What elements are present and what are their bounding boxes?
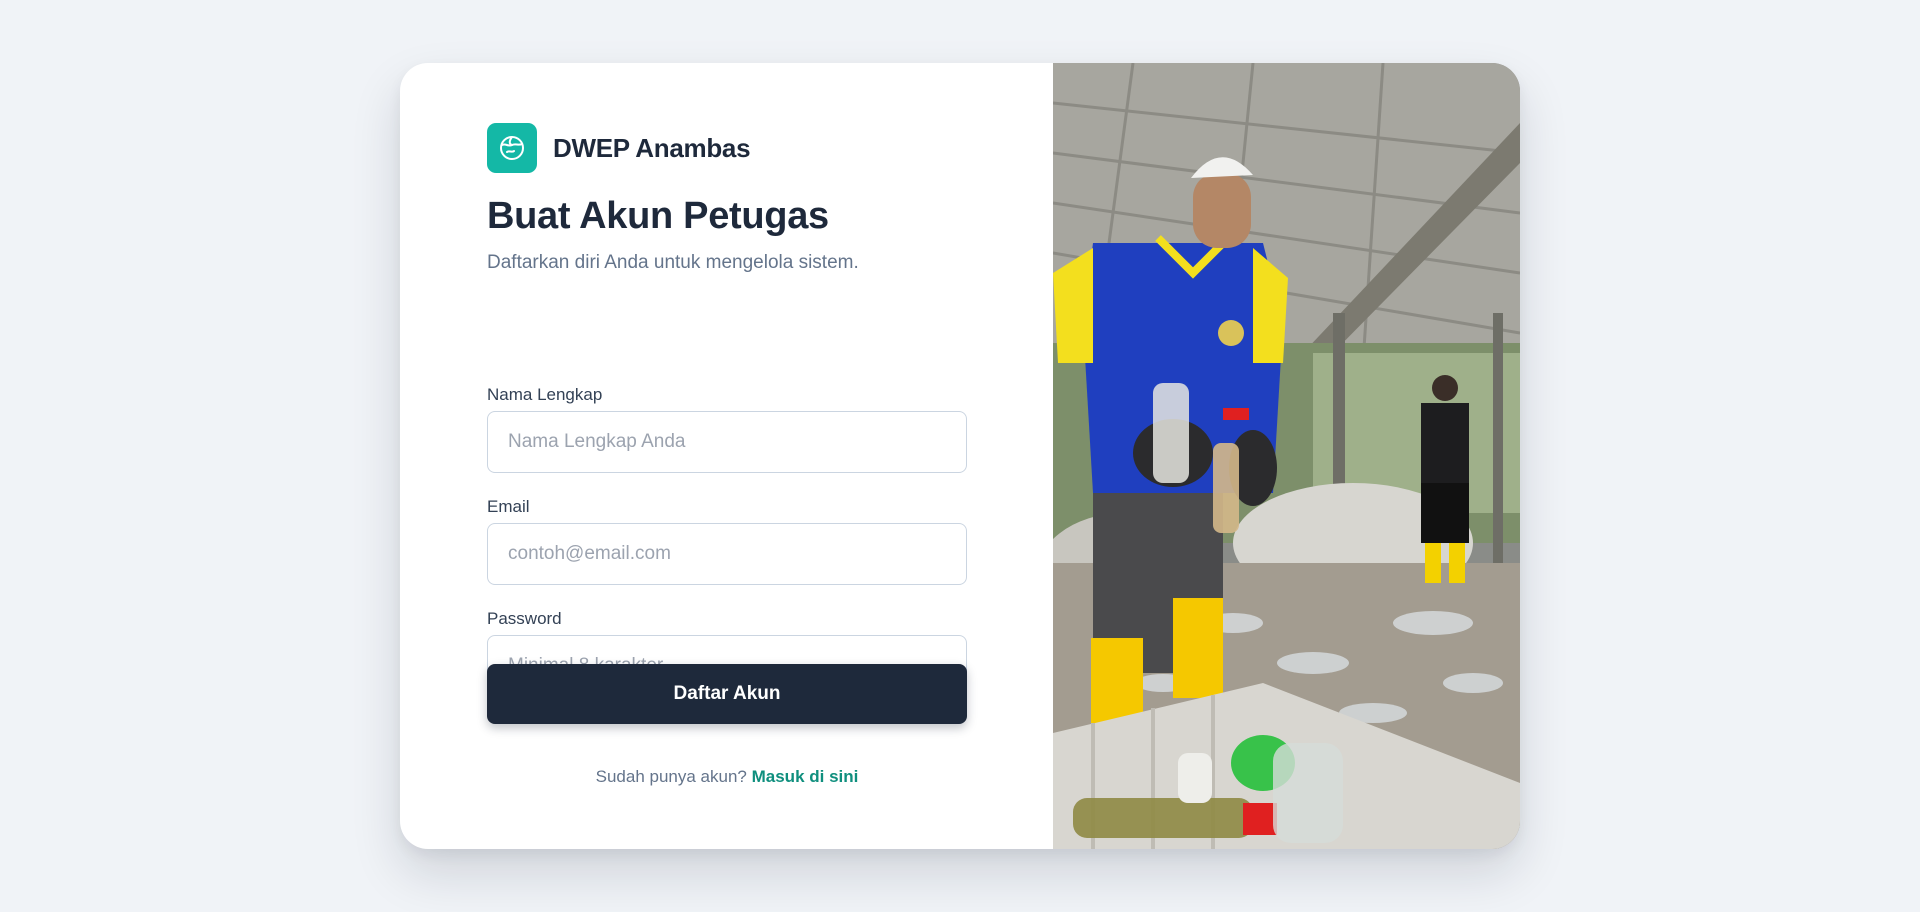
brand: DWEP Anambas [487, 123, 751, 173]
signin-link[interactable]: Masuk di sini [752, 767, 859, 786]
register-button[interactable]: Daftar Akun [487, 664, 967, 724]
hero-photo [1053, 63, 1520, 849]
email-label: Email [487, 497, 530, 516]
form-panel: DWEP Anambas Buat Akun Petugas Daftarkan… [400, 63, 1053, 849]
signin-prompt-text: Sudah punya akun? [595, 767, 747, 786]
page-subtitle: Daftarkan diri Anda untuk mengelola sist… [487, 252, 859, 273]
email-field[interactable] [487, 523, 967, 585]
signin-prompt: Sudah punya akun? Masuk di sini [487, 767, 967, 787]
password-label: Password [487, 609, 562, 628]
page-title: Buat Akun Petugas [487, 195, 829, 237]
name-label: Nama Lengkap [487, 385, 603, 404]
name-field[interactable] [487, 411, 967, 473]
globe-icon [487, 123, 537, 173]
brand-name: DWEP Anambas [553, 132, 751, 163]
register-card: DWEP Anambas Buat Akun Petugas Daftarkan… [400, 63, 1520, 849]
